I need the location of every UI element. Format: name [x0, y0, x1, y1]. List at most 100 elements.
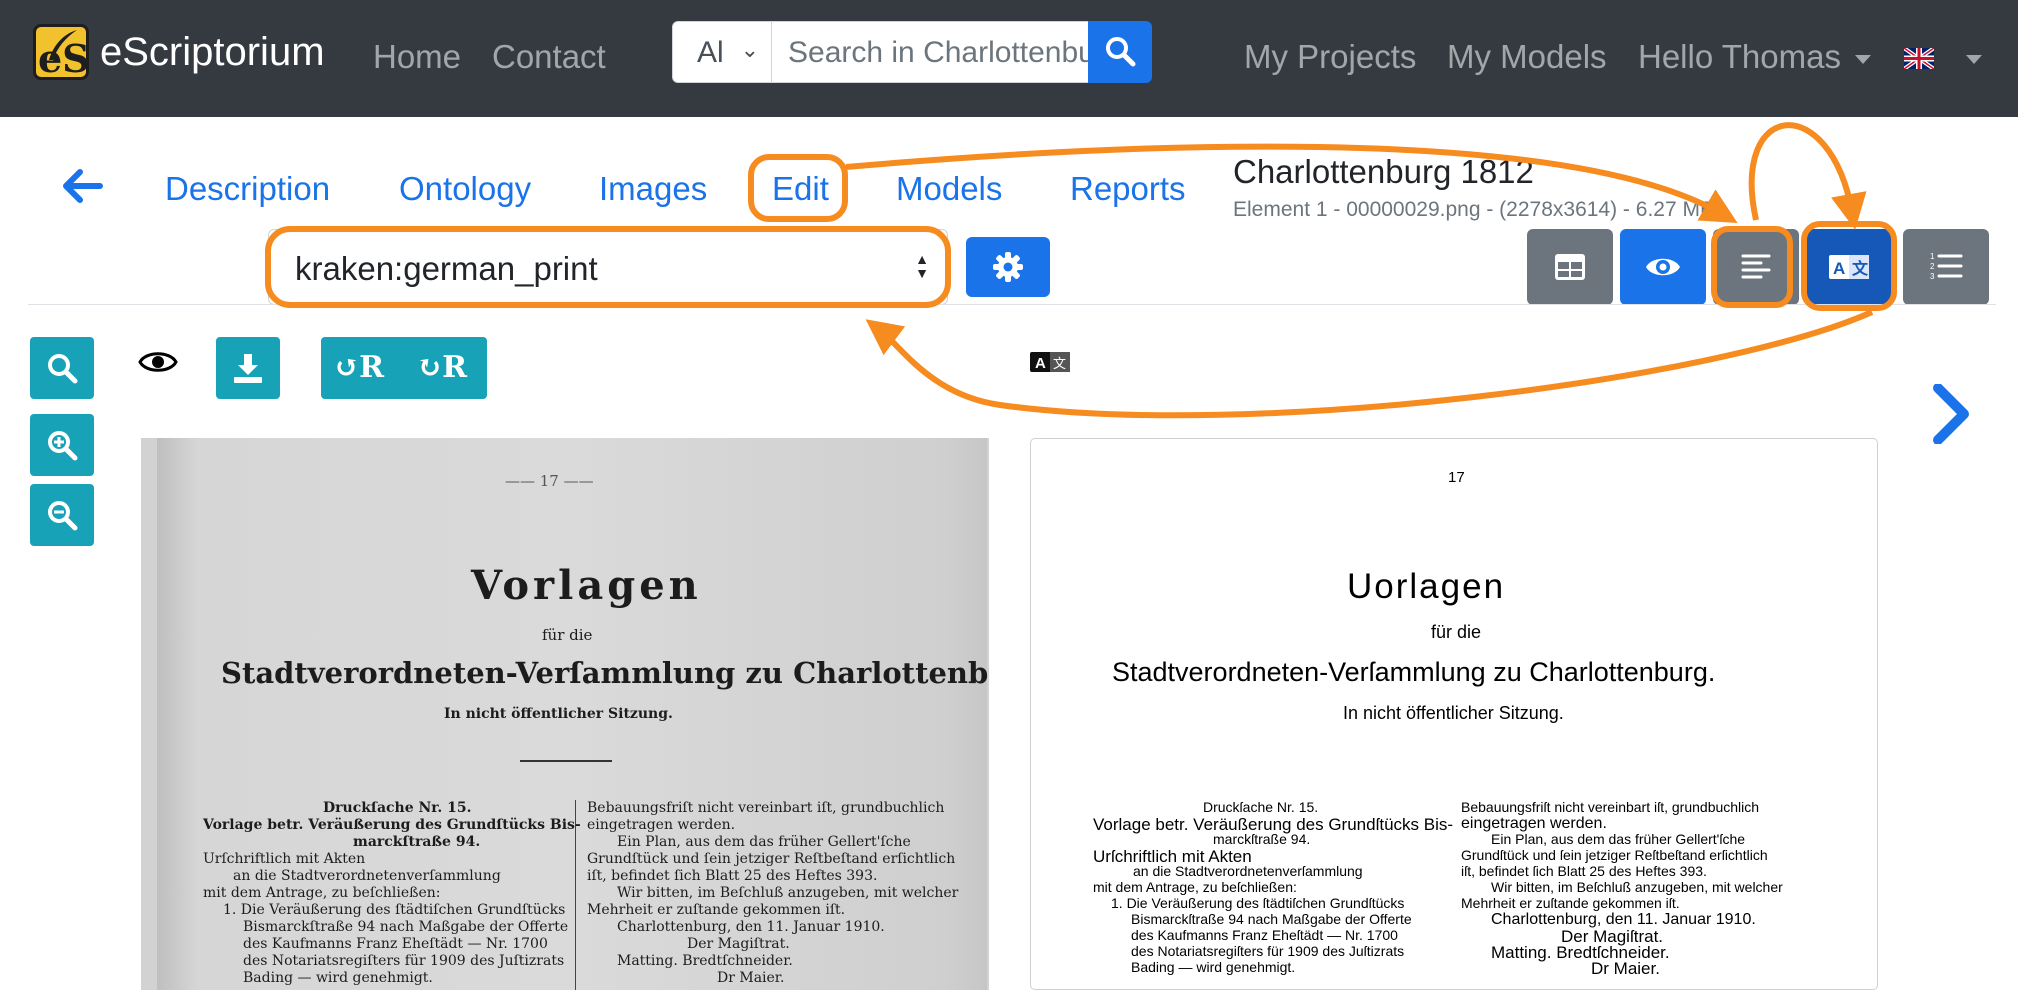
zoom-out-icon: [48, 501, 78, 531]
zoom-in-icon: [48, 431, 78, 461]
scan-rule: [520, 760, 612, 762]
text-title: Uorlagen: [1347, 567, 1506, 606]
text-assembly: Stadtverordneten-Verſammlung zu Charlott…: [1112, 657, 1716, 687]
caret-down-icon: [1854, 54, 1871, 64]
tab-reports[interactable]: Reports: [1070, 170, 1186, 208]
nav-my-projects[interactable]: My Projects: [1244, 38, 1416, 76]
tab-models[interactable]: Models: [896, 170, 1002, 208]
top-navbar: eS eScriptorium Home Contact Al ⌄ Search…: [0, 0, 2018, 117]
arrow-diplomatic-to-select: [865, 309, 1874, 419]
download-button[interactable]: [216, 337, 280, 399]
svg-text:A: A: [1833, 259, 1845, 278]
toggle-regions-list-panel[interactable]: 123: [1903, 229, 1989, 305]
model-select-value: kraken:german_print: [295, 250, 598, 287]
text-line: Matting. Bredtſchneider.: [617, 953, 793, 969]
zoom-search-button[interactable]: [30, 337, 94, 399]
search-scope-select[interactable]: Al ⌄: [672, 21, 772, 83]
text-line: 1. Die Veräußerung des ſtädtiſchen Grund…: [223, 902, 566, 918]
document-title: Charlottenburg 1812: [1233, 153, 1534, 190]
text-line: Urſchriftlich mit Akten: [203, 851, 366, 867]
text-line: an die Stadtverordnetenverſammlung: [233, 868, 501, 884]
brand-name[interactable]: eScriptorium: [100, 30, 325, 75]
download-icon: [234, 354, 262, 383]
svg-text:1: 1: [1930, 252, 1935, 261]
text-line: eingetragen werden.: [587, 817, 736, 833]
svg-text:3: 3: [1930, 272, 1935, 281]
text-line: Mehrheit er zuſtande gekommen iſt.: [587, 902, 846, 918]
text-line: Bebauungsfriſt nicht vereinbart iſt, gru…: [1461, 799, 1760, 815]
text-line: Grundſtück und ſein jetziger Reſtbeſtand…: [587, 851, 956, 867]
scanned-page-image[interactable]: —— 17 —— Vorlagen für die Stadtverordnet…: [141, 438, 989, 990]
text-line: Bading — wird genehmigt.: [1131, 959, 1296, 975]
text-line: iſt, befindet ſich Blatt 25 des Heftes 3…: [1461, 863, 1707, 879]
search-input[interactable]: Search in Charlottenburg: [771, 21, 1089, 83]
text-line: mit dem Antrage, zu beſchließen:: [203, 885, 441, 901]
text-page-number: 17: [1448, 469, 1465, 486]
text-line: an die Stadtverordnetenverſammlung: [1133, 863, 1363, 879]
chevron-down-icon: ⌄: [740, 37, 759, 62]
gear-icon: [993, 252, 1023, 282]
logo-text: eS: [38, 36, 89, 80]
nav-my-models[interactable]: My Models: [1447, 38, 1607, 76]
text-line: Bismarckſtraße 94 nach Maßgabe der Offer…: [1131, 911, 1412, 927]
scan-title: Vorlagen: [471, 562, 702, 609]
text-line: des Kaufmanns Franz Eheſtädt — Nr. 1700: [243, 936, 548, 952]
settings-button[interactable]: [966, 237, 1050, 297]
toggle-diplomatic-panel[interactable]: A 文: [1806, 229, 1892, 305]
tab-ontology[interactable]: Ontology: [399, 170, 531, 208]
text-line: Wir bitten, im Beſchluß anzugeben, mit w…: [617, 885, 959, 901]
toggle-segmentation-panel[interactable]: [1527, 229, 1613, 305]
toggle-visualisation-panel[interactable]: [1620, 229, 1706, 305]
text-line: Bebauungsfriſt nicht vereinbart iſt, gru…: [587, 800, 945, 816]
text-line: Dr Maier.: [717, 970, 785, 986]
rotate-left-button[interactable]: ↺R: [334, 350, 384, 385]
text-line: Mehrheit er zuſtande gekommen iſt.: [1461, 895, 1680, 911]
text-line: marckſtraße 94.: [1213, 831, 1311, 847]
back-arrow-icon[interactable]: [60, 166, 104, 206]
text-session: In nicht öffentlicher Sitzung.: [1343, 703, 1564, 723]
scan-session: In nicht öffentlicher Sitzung.: [444, 706, 673, 722]
toggle-text-panel[interactable]: [1713, 229, 1799, 305]
tab-images[interactable]: Images: [599, 170, 707, 208]
language-caret-icon[interactable]: [1966, 55, 1982, 64]
nav-home[interactable]: Home: [373, 38, 461, 76]
text-line: des Notariatsregiſters für 1909 des Juſt…: [243, 953, 565, 969]
transcription-model-select[interactable]: kraken:german_print ▲ ▼: [268, 229, 948, 305]
text-fuer: für die: [1431, 622, 1482, 642]
tab-edit[interactable]: Edit: [772, 170, 829, 208]
text-line: Grundſtück und ſein jetziger Reſtbeſtand…: [1461, 847, 1768, 863]
table-icon: [1555, 254, 1585, 280]
eye-icon[interactable]: [138, 348, 178, 376]
translate-icon: A 文: [1829, 255, 1869, 279]
search-button[interactable]: [1088, 21, 1152, 83]
text-line: Wir bitten, im Beſchluß anzugeben, mit w…: [1491, 879, 1783, 895]
arrow-text-to-diplomatic: [1748, 122, 1867, 230]
uk-flag-icon[interactable]: [1904, 48, 1934, 69]
nav-contact[interactable]: Contact: [492, 38, 606, 76]
user-greeting: Hello Thomas: [1638, 38, 1841, 75]
user-menu[interactable]: Hello Thomas: [1638, 38, 1871, 76]
transcription-panel[interactable]: 17 Uorlagen für die Stadtverordneten-Ver…: [1030, 438, 1878, 990]
text-line: Charlottenburg, den 11. Januar 1910.: [617, 919, 885, 935]
search-icon: [48, 354, 78, 384]
text-line: Vorlage betr. Veräußerung des Grundſtück…: [203, 817, 581, 833]
zoom-in-button[interactable]: [30, 414, 94, 476]
scan-fuer: für die: [542, 626, 593, 644]
svg-text:A: A: [1035, 355, 1046, 372]
rotate-right-button[interactable]: ↻R: [417, 350, 467, 385]
select-updown-icon: ▲ ▼: [915, 251, 929, 281]
text-line: Bading — wird genehmigt.: [243, 970, 433, 986]
scan-assembly: Stadtverordneten-Verſammlung zu Charlott…: [221, 656, 989, 690]
text-line: Ein Plan, aus dem das früher Gellert'ſch…: [1491, 831, 1746, 847]
zoom-out-button[interactable]: [30, 484, 94, 546]
search-form: Al ⌄ Search in Charlottenburg: [672, 21, 1180, 83]
tab-description[interactable]: Description: [165, 170, 330, 208]
search-icon: [1106, 37, 1136, 67]
eye-icon: [1646, 258, 1680, 276]
svg-text:文: 文: [1053, 357, 1066, 372]
text-line: iſt, befindet ſich Blatt 25 des Heftes 3…: [587, 868, 878, 884]
next-page-chevron-icon[interactable]: [1930, 384, 1974, 444]
text-line: marckſtraße 94.: [353, 834, 481, 850]
search-scope-value: Al: [697, 36, 724, 69]
escriptorium-logo[interactable]: eS: [33, 24, 89, 80]
